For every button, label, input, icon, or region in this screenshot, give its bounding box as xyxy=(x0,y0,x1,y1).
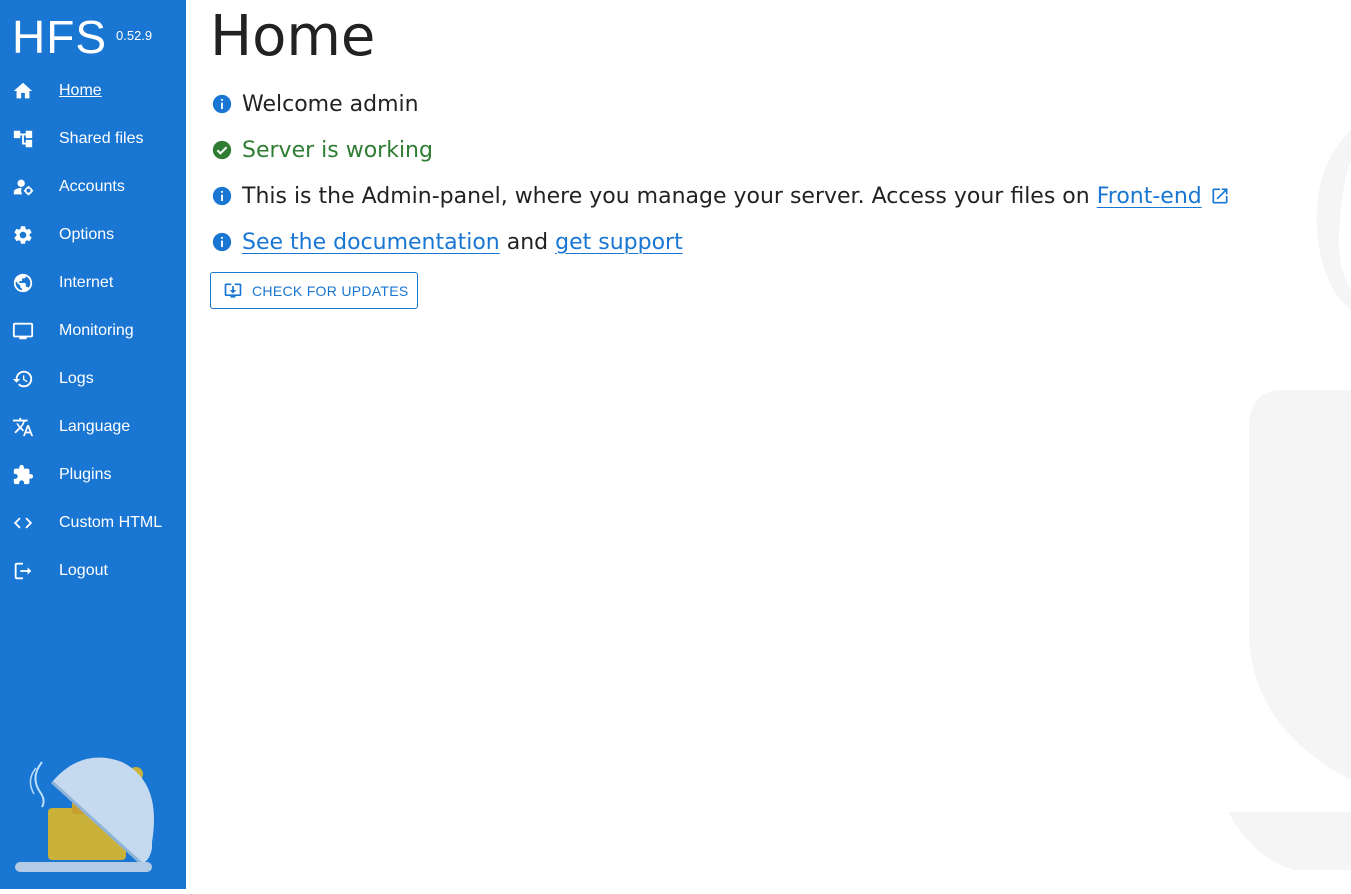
sidebar-item-label: Plugins xyxy=(59,466,112,483)
help-links: See the documentation and get support xyxy=(210,227,683,257)
sidebar-item-shared-files[interactable]: Shared files xyxy=(0,115,186,163)
sidebar-item-logs[interactable]: Logs xyxy=(0,355,186,403)
app-name: HFS xyxy=(12,11,107,63)
admin-panel-message: This is the Admin-panel, where you manag… xyxy=(210,181,1230,211)
background-watermark xyxy=(1200,40,1351,889)
support-link[interactable]: get support xyxy=(555,230,683,255)
mascot-illustration xyxy=(12,752,158,877)
account-tree-icon xyxy=(12,128,34,150)
sidebar-item-language[interactable]: Language xyxy=(0,403,186,451)
sidebar-item-custom-html[interactable]: Custom HTML xyxy=(0,499,186,547)
sidebar-item-plugins[interactable]: Plugins xyxy=(0,451,186,499)
sidebar-item-label: Shared files xyxy=(59,130,144,147)
sidebar-item-label: Logs xyxy=(59,370,94,387)
sidebar-item-logout[interactable]: Logout xyxy=(0,547,186,595)
sidebar-item-label: Internet xyxy=(59,274,114,291)
sidebar-item-label: Accounts xyxy=(59,178,125,195)
manage-accounts-icon xyxy=(12,176,34,198)
sidebar-nav: Home Shared files Accounts Options Inter… xyxy=(0,67,186,595)
extension-icon xyxy=(12,464,34,486)
sidebar-item-label: Language xyxy=(59,418,131,435)
settings-icon xyxy=(12,224,34,246)
translate-icon xyxy=(12,416,34,438)
sidebar-item-options[interactable]: Options xyxy=(0,211,186,259)
welcome-text: Welcome admin xyxy=(242,91,419,117)
check-circle-icon xyxy=(211,139,233,161)
sidebar-item-accounts[interactable]: Accounts xyxy=(0,163,186,211)
welcome-message: Welcome admin xyxy=(210,89,419,119)
documentation-link[interactable]: See the documentation xyxy=(242,230,500,255)
sidebar-item-label: Logout xyxy=(59,562,108,579)
sidebar-item-label: Custom HTML xyxy=(59,514,163,531)
code-icon xyxy=(12,512,34,534)
admin-panel-text: This is the Admin-panel, where you manag… xyxy=(242,183,1090,209)
sidebar-item-label: Home xyxy=(59,82,102,99)
sidebar-item-home[interactable]: Home xyxy=(0,67,186,115)
home-icon xyxy=(12,80,34,102)
sidebar-item-internet[interactable]: Internet xyxy=(0,259,186,307)
frontend-link[interactable]: Front-end xyxy=(1097,184,1202,209)
history-icon xyxy=(12,368,34,390)
sidebar: HFS 0.52.9 Home Shared files Accounts Op… xyxy=(0,0,186,889)
info-icon xyxy=(211,185,233,207)
monitor-icon xyxy=(12,320,34,342)
sidebar-item-monitoring[interactable]: Monitoring xyxy=(0,307,186,355)
status-text: Server is working xyxy=(242,137,433,163)
check-for-updates-button[interactable]: CHECK FOR UPDATES xyxy=(210,272,418,309)
info-icon xyxy=(211,93,233,115)
and-text: and xyxy=(506,229,549,255)
sidebar-item-label: Monitoring xyxy=(59,322,134,339)
app-version: 0.52.9 xyxy=(116,28,153,43)
page-title: Home xyxy=(210,4,376,69)
sidebar-item-label: Options xyxy=(59,226,115,243)
globe-icon xyxy=(12,272,34,294)
server-status: Server is working xyxy=(210,135,433,165)
check-for-updates-label: CHECK FOR UPDATES xyxy=(252,282,409,299)
info-icon xyxy=(211,231,233,253)
logout-icon xyxy=(12,560,34,582)
open-in-new-icon[interactable] xyxy=(1210,186,1230,206)
download-icon xyxy=(223,281,243,301)
